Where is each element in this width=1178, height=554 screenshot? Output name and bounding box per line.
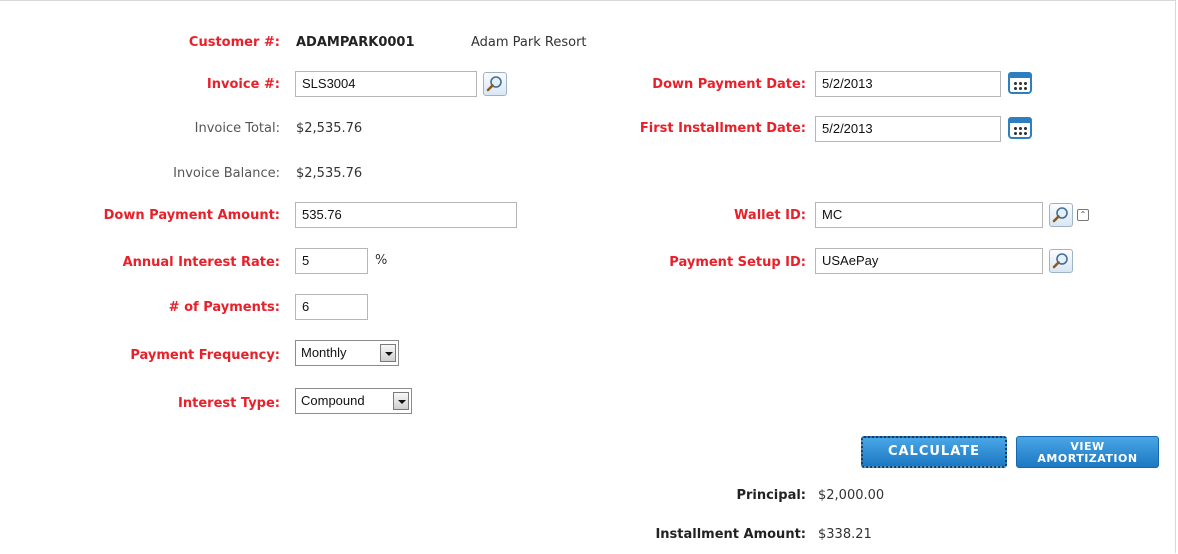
customer-number: ADAMPARK0001 xyxy=(296,35,415,50)
installment-amount-value: $338.21 xyxy=(818,527,872,542)
calendar-icon[interactable] xyxy=(1008,72,1032,94)
payment-setup-id-input[interactable]: USAePay xyxy=(815,248,1043,274)
invoice-label: Invoice #: xyxy=(206,77,280,92)
down-payment-date-input[interactable]: 5/2/2013 xyxy=(815,71,1001,97)
payment-frequency-label: Payment Frequency: xyxy=(130,348,280,363)
payment-setup-id-label: Payment Setup ID: xyxy=(669,255,806,270)
interest-type-label: Interest Type: xyxy=(178,396,280,411)
installment-amount-label: Installment Amount: xyxy=(655,527,806,542)
first-installment-date-label: First Installment Date: xyxy=(639,121,806,136)
principal-value: $2,000.00 xyxy=(818,488,885,503)
percent-unit: % xyxy=(375,253,388,268)
invoice-total-value: $2,535.76 xyxy=(296,121,363,136)
wallet-lookup-button[interactable] xyxy=(1049,203,1073,227)
down-payment-date-label: Down Payment Date: xyxy=(652,77,806,92)
calendar-grid xyxy=(1013,126,1027,135)
customer-label: Customer #: xyxy=(188,35,280,50)
annual-interest-rate-input[interactable]: 5 xyxy=(295,248,368,274)
num-payments-input[interactable]: 6 xyxy=(295,294,368,320)
view-amortization-line2: AMORTIZATION xyxy=(1037,452,1138,465)
principal-label: Principal: xyxy=(736,488,806,503)
invoice-total-label: Invoice Total: xyxy=(194,121,280,136)
calendar-icon[interactable] xyxy=(1008,117,1032,139)
wallet-id-label: Wallet ID: xyxy=(734,208,806,223)
chevron-down-icon[interactable] xyxy=(380,344,396,362)
calendar-grid xyxy=(1013,81,1027,90)
down-payment-amount-input[interactable]: 535.76 xyxy=(295,202,517,228)
invoice-balance-label: Invoice Balance: xyxy=(173,166,280,181)
magnifier-icon xyxy=(486,76,502,92)
magnifier-icon xyxy=(1052,253,1068,269)
interest-type-value: Compound xyxy=(301,393,365,408)
invoice-input[interactable]: SLS3004 xyxy=(295,71,477,97)
payment-setup-lookup-button[interactable] xyxy=(1049,249,1073,273)
customer-name: Adam Park Resort xyxy=(471,35,587,50)
num-payments-label: # of Payments: xyxy=(168,300,280,315)
invoice-lookup-button[interactable] xyxy=(483,72,507,96)
first-installment-date-input[interactable]: 5/2/2013 xyxy=(815,116,1001,142)
annual-interest-rate-label: Annual Interest Rate: xyxy=(122,255,280,270)
down-payment-amount-label: Down Payment Amount: xyxy=(103,208,280,223)
view-amortization-button[interactable]: VIEW AMORTIZATION xyxy=(1016,436,1159,468)
calculate-button[interactable]: CALCULATE xyxy=(861,436,1007,468)
invoice-balance-value: $2,535.76 xyxy=(296,166,363,181)
interest-type-select[interactable]: Compound xyxy=(295,388,412,414)
wallet-id-input[interactable]: MC xyxy=(815,202,1043,228)
magnifier-icon xyxy=(1052,207,1068,223)
chevron-down-icon[interactable] xyxy=(393,392,409,410)
payment-frequency-select[interactable]: Monthly xyxy=(295,340,399,366)
payment-frequency-value: Monthly xyxy=(301,345,347,360)
collapse-up-icon[interactable]: ⌃ xyxy=(1077,209,1089,221)
